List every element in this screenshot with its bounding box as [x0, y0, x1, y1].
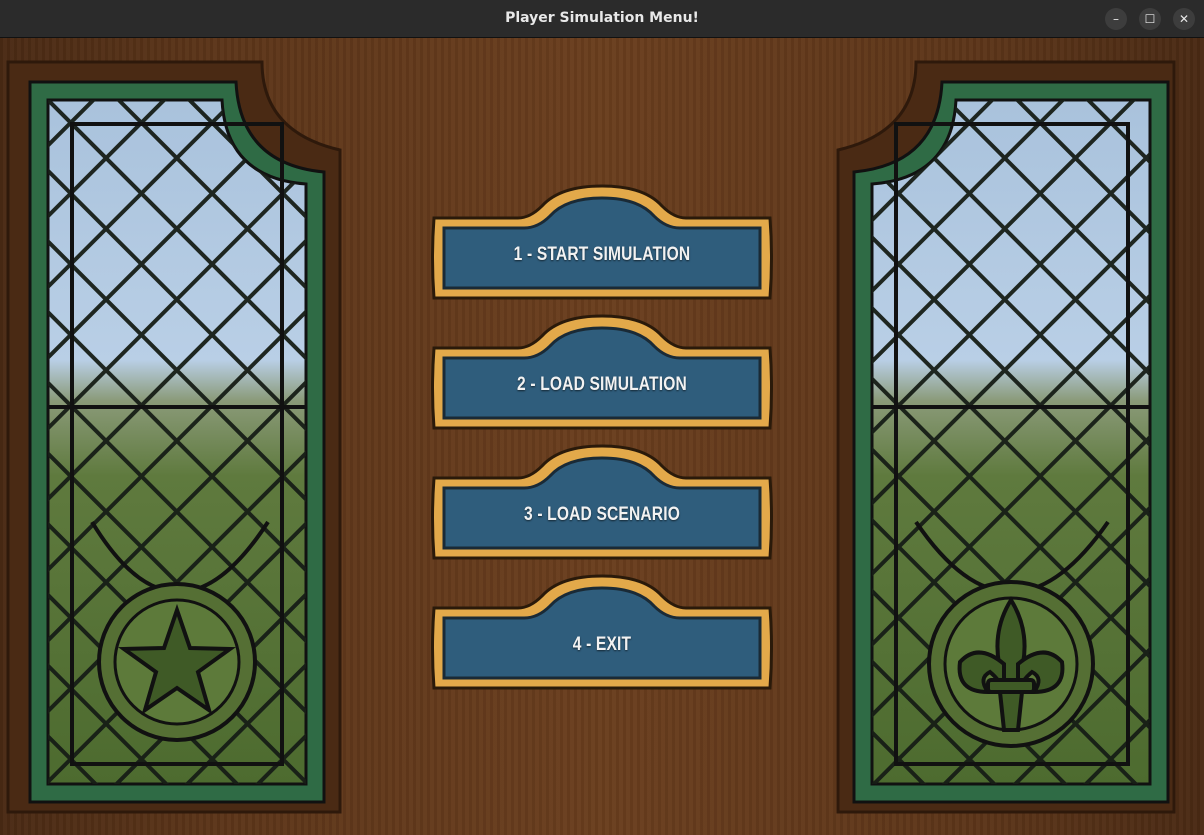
load-simulation-label: 2 - LOAD SIMULATION — [517, 374, 687, 395]
app-window: Player Simulation Menu! – ☐ ✕ 1 - START … — [0, 0, 1204, 835]
exit-button[interactable]: 4 - EXIT — [430, 574, 774, 692]
load-scenario-button[interactable]: 3 - LOAD SCENARIO — [430, 444, 774, 562]
start-simulation-button[interactable]: 1 - START SIMULATION — [430, 184, 774, 302]
maximize-button[interactable]: ☐ — [1139, 8, 1161, 30]
exit-label: 4 - EXIT — [572, 634, 632, 655]
menu-background: 1 - START SIMULATION 2 - LOAD SIMULATION… — [0, 38, 1204, 835]
minimize-button[interactable]: – — [1105, 8, 1127, 30]
title-bar[interactable]: Player Simulation Menu! – ☐ ✕ — [0, 0, 1204, 38]
start-simulation-label: 1 - START SIMULATION — [513, 244, 691, 265]
load-scenario-label: 3 - LOAD SCENARIO — [523, 504, 681, 525]
close-button[interactable]: ✕ — [1173, 8, 1195, 30]
right-stained-glass-window — [836, 60, 1176, 814]
left-stained-glass-window — [6, 60, 342, 814]
window-title: Player Simulation Menu! — [505, 10, 699, 26]
load-simulation-button[interactable]: 2 - LOAD SIMULATION — [430, 314, 774, 432]
